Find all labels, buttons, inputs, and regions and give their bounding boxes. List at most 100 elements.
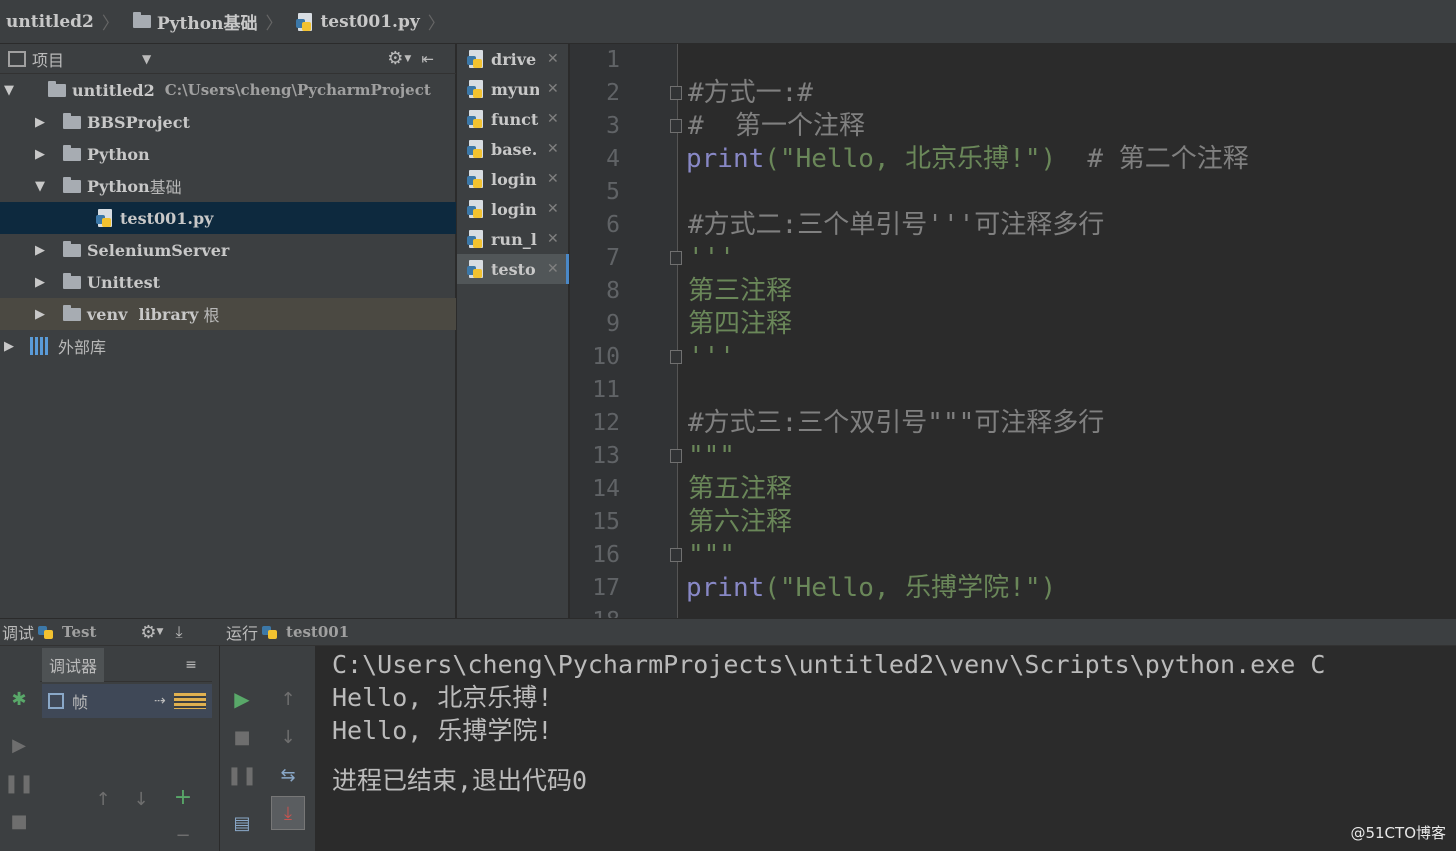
tab-label: testo [491,259,536,279]
down-arrow-icon[interactable]: ↓ [128,786,154,812]
bottom-tool-area: 调试 Test ⚙ ▼ ⤓ 运行 test001 ✱ ▶ ❚❚ ■ 调试器 ≡ … [0,618,1456,851]
expand-arrow-icon[interactable]: ▶ [33,243,47,258]
breadcrumb-item-project[interactable]: untitled2 〉 [0,0,127,44]
close-icon[interactable]: ✕ [547,171,559,187]
close-icon[interactable]: ✕ [547,141,559,157]
tab-debugger[interactable]: 调试器 [42,648,104,682]
debug-bug-icon[interactable]: ✱ [6,686,32,712]
scroll-to-end-icon[interactable]: ⤓ [271,796,305,830]
expand-arrow-icon[interactable]: ▶ [33,115,47,130]
layout-icon[interactable]: ▤ [229,810,255,836]
gear-icon[interactable]: ⚙ [140,622,156,643]
line-number: 17 [592,575,620,601]
tab-label: login [491,199,537,219]
project-view-icon [8,50,26,67]
line-number: 11 [592,377,620,403]
tab-run[interactable]: run_l ✕ [457,224,569,254]
tree-item-label: BBSProject [87,112,190,132]
collapse-icon[interactable]: ⇤ [421,50,434,68]
tree-item-label: Python [87,176,150,196]
tree-item-unittest[interactable]: ▶ Unittest [0,266,456,298]
stop-icon[interactable]: ■ [6,808,32,834]
tab-myun[interactable]: myun ✕ [457,74,569,104]
tree-item-test001[interactable]: test001.py [0,202,456,234]
tab-funct[interactable]: funct ✕ [457,104,569,134]
remove-watch-icon[interactable]: − [170,822,196,848]
pause-icon[interactable]: ❚❚ [4,770,34,796]
expand-arrow-icon[interactable]: ▶ [33,275,47,290]
soft-wrap-icon[interactable]: ⇆ [275,762,301,788]
close-icon[interactable]: ✕ [547,261,559,277]
pause-icon[interactable]: ❚❚ [227,762,257,788]
code-editor[interactable]: 1 2 3 4 5 6 7 8 9 10 11 12 13 14 15 16 1… [570,44,1456,618]
fold-marker-icon[interactable] [670,86,682,100]
fold-marker-icon[interactable] [670,449,682,463]
frames-icon [48,693,64,709]
code-line: """ [688,441,735,471]
fold-marker-icon[interactable] [670,119,682,133]
code-line: ''' [688,243,735,273]
fold-marker-icon[interactable] [670,548,682,562]
hide-panel-icon[interactable]: ⤓ [175,622,182,642]
debug-panel-title[interactable]: 调试 [2,620,34,644]
close-icon[interactable]: ✕ [547,111,559,127]
tab-base[interactable]: base. ✕ [457,134,569,164]
line-number: 2 [606,80,620,106]
python-file-icon [467,110,485,128]
down-arrow-icon[interactable]: ↓ [275,724,301,750]
breadcrumb-item-file[interactable]: test001.py 〉 [290,0,452,44]
project-panel-title[interactable]: 项目 [32,47,64,71]
tab-drive[interactable]: drive ✕ [457,44,569,74]
expand-arrow-icon[interactable]: ▼ [33,179,47,194]
chevron-down-icon[interactable]: ▼ [157,627,164,637]
line-number: 3 [606,113,620,139]
up-arrow-icon[interactable]: ↑ [275,686,301,712]
expand-arrow-icon[interactable]: ▼ [2,83,16,98]
line-number: 18 [580,605,620,618]
tab-login-2[interactable]: login ✕ [457,194,569,224]
close-icon[interactable]: ✕ [547,231,559,247]
close-icon[interactable]: ✕ [547,201,559,217]
tree-item-python-basics[interactable]: ▼ Python 基础 [0,170,456,202]
close-icon[interactable]: ✕ [547,81,559,97]
close-icon[interactable]: ✕ [547,51,559,67]
breadcrumb-label: test001.py [320,11,420,32]
stop-icon[interactable]: ■ [229,724,255,750]
code-line: """ [688,540,735,570]
code-line: # 第一个注释 [688,111,865,141]
tree-item-bbsproject[interactable]: ▶ BBSProject [0,106,456,138]
tree-item-external-libraries[interactable]: ▶ 外部库 [0,330,456,362]
splitter[interactable] [0,618,1456,646]
run-console[interactable]: C:\Users\cheng\PycharmProjects\untitled2… [315,646,1456,851]
layout-options-icon[interactable]: ≡ [178,652,204,678]
folder-icon [63,112,81,129]
resume-icon[interactable]: ▶ [6,732,32,758]
run-icon[interactable]: ▶ [229,686,255,712]
expand-arrow-icon[interactable]: ▶ [33,147,47,162]
fold-marker-icon[interactable] [670,350,682,364]
gear-icon[interactable]: ⚙ [387,48,403,69]
tab-label: drive [491,49,537,69]
tree-item-venv[interactable]: ▶ venv library 根 [0,298,456,330]
tree-item-untitled2[interactable]: ▼ untitled2 C:\Users\cheng\PycharmProjec… [0,74,456,106]
tab-test001[interactable]: testo ✕ [457,254,569,284]
up-arrow-icon[interactable]: ↑ [90,786,116,812]
tree-item-python[interactable]: ▶ Python [0,138,456,170]
code-line: 第三注释 [688,276,793,306]
project-panel-header: 项目 ▼ ⚙ ▼ ⇤ [0,44,456,74]
breadcrumb-item-folder[interactable]: Python基础〉 [127,0,291,44]
tree-item-label: Unittest [87,272,161,292]
expand-arrow-icon[interactable]: ▶ [33,307,47,322]
view-dropdown-icon[interactable]: ▼ [142,52,151,66]
tree-item-seleniumserver[interactable]: ▶ SeleniumServer [0,234,456,266]
fold-marker-icon[interactable] [670,251,682,265]
code-line: ''' [688,342,735,372]
run-panel-title[interactable]: 运行 [226,620,258,644]
chevron-down-icon[interactable]: ▼ [404,54,411,64]
add-watch-icon[interactable]: + [170,784,196,810]
tab-login[interactable]: login ✕ [457,164,569,194]
frames-settings-icon[interactable]: ⇢ [154,693,166,709]
expand-arrow-icon[interactable]: ▶ [2,339,16,354]
folder-icon [63,240,81,257]
threads-icon[interactable] [173,693,206,709]
